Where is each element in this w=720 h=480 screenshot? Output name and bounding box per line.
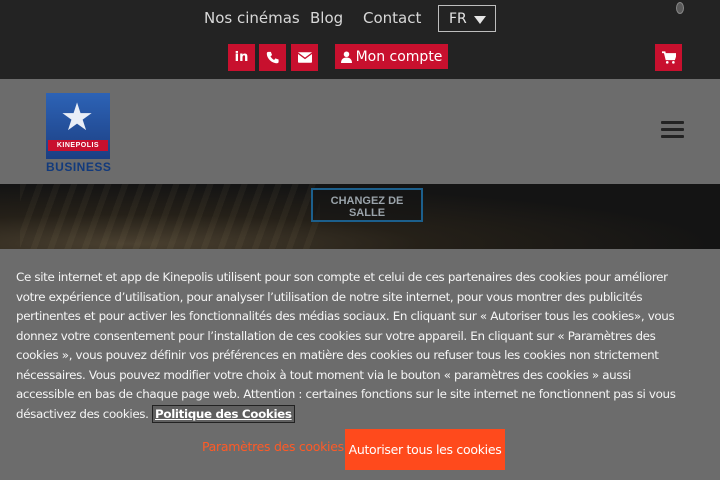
phone-button[interactable] (259, 44, 286, 71)
nav-link-blog[interactable]: Blog (310, 9, 343, 27)
cart-button[interactable] (655, 44, 682, 71)
logo-subtitle: BUSINESS (46, 160, 112, 174)
site-header: ★ KINEPOLIS BUSINESS (0, 79, 720, 184)
email-button[interactable] (291, 44, 318, 71)
hero-banner: CHANGEZ DE SALLE (0, 184, 720, 249)
top-navigation: Nos cinémas Blog Contact FR (0, 0, 720, 36)
nav-link-cinemas[interactable]: Nos cinémas (204, 9, 300, 27)
kinepolis-business-logo[interactable]: ★ KINEPOLIS BUSINESS (46, 93, 112, 174)
cookie-text: Ce site internet et app de Kinepolis uti… (16, 268, 686, 424)
cookie-policy-link[interactable]: Politique des Cookies (152, 404, 295, 423)
logo-emblem: ★ KINEPOLIS (46, 93, 110, 159)
language-select[interactable]: FR (438, 5, 496, 32)
notification-dot (676, 2, 684, 14)
cookie-message: Ce site internet et app de Kinepolis uti… (16, 270, 676, 421)
cart-icon (661, 51, 676, 64)
change-room-button[interactable]: CHANGEZ DE SALLE (311, 188, 423, 222)
star-icon: ★ (60, 97, 95, 139)
account-button[interactable]: Mon compte (335, 44, 448, 69)
account-label: Mon compte (355, 48, 443, 65)
cookie-banner: Ce site internet et app de Kinepolis uti… (0, 249, 720, 480)
accept-all-cookies-button[interactable]: Autoriser tous les cookies (345, 429, 505, 470)
hamburger-menu-icon[interactable] (661, 121, 684, 139)
phone-icon (266, 51, 279, 64)
hero-light-rays (20, 184, 320, 249)
top-bar: Nos cinémas Blog Contact FR in Mon compt… (0, 0, 720, 79)
nav-link-contact[interactable]: Contact (363, 9, 421, 27)
cookie-settings-button[interactable]: Paramètres des cookies (202, 439, 344, 454)
language-value: FR (449, 11, 467, 27)
linkedin-icon: in (234, 50, 249, 65)
linkedin-button[interactable]: in (228, 44, 255, 71)
caret-down-icon (474, 16, 486, 24)
logo-ribbon: KINEPOLIS (48, 140, 108, 151)
user-icon (340, 51, 352, 63)
envelope-icon (297, 52, 312, 63)
